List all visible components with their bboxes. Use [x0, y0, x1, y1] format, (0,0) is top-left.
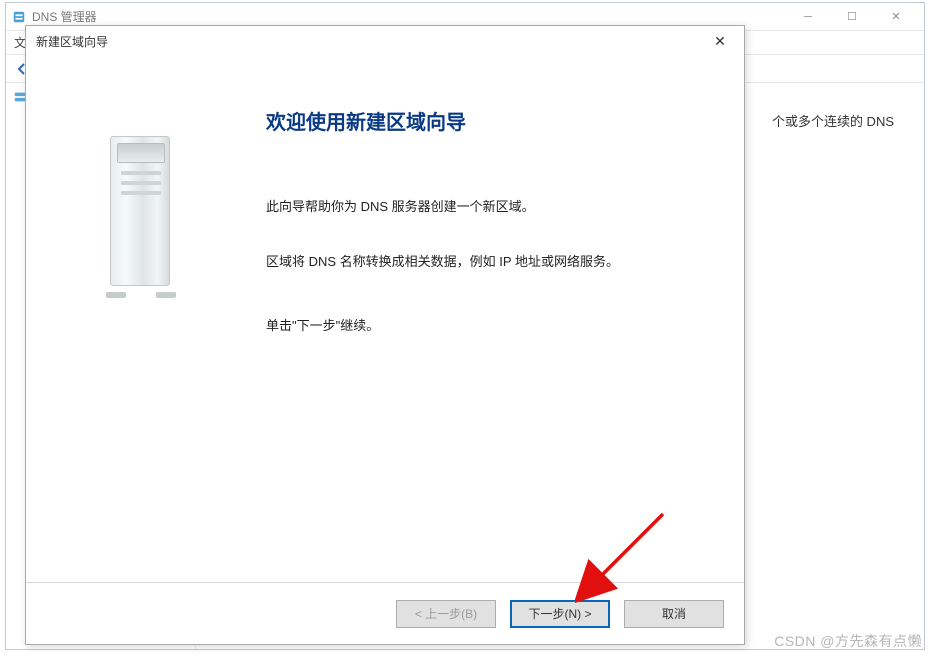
back-button: < 上一步(B) [396, 600, 496, 628]
dialog-main-panel: 欢迎使用新建区域向导 此向导帮助你为 DNS 服务器创建一个新区域。 区域将 D… [256, 56, 744, 582]
server-illustration-icon [86, 136, 196, 296]
parent-title-text: DNS 管理器 [32, 8, 97, 25]
dialog-close-button[interactable]: ✕ [706, 30, 734, 52]
parent-close-button[interactable]: ✕ [874, 3, 918, 31]
next-button[interactable]: 下一步(N) > [510, 600, 610, 628]
wizard-heading: 欢迎使用新建区域向导 [266, 106, 714, 135]
wizard-paragraph-1: 此向导帮助你为 DNS 服务器创建一个新区域。 [266, 195, 714, 220]
parent-content-text: 个或多个连续的 DNS [772, 111, 894, 130]
cancel-button[interactable]: 取消 [624, 600, 724, 628]
maximize-button[interactable]: ☐ [830, 3, 874, 31]
wizard-paragraph-2: 区域将 DNS 名称转换成相关数据，例如 IP 地址或网络服务。 [266, 250, 714, 275]
dialog-body: 欢迎使用新建区域向导 此向导帮助你为 DNS 服务器创建一个新区域。 区域将 D… [26, 56, 744, 582]
dialog-title-text: 新建区域向导 [36, 33, 108, 50]
dialog-footer: < 上一步(B) 下一步(N) > 取消 [26, 582, 744, 644]
wizard-paragraph-3: 单击"下一步"继续。 [266, 314, 714, 339]
minimize-button[interactable]: ─ [786, 3, 830, 31]
dialog-titlebar: 新建区域向导 ✕ [26, 26, 744, 56]
dialog-side-panel [26, 56, 256, 582]
dns-manager-icon [12, 10, 26, 24]
new-zone-wizard-dialog: 新建区域向导 ✕ 欢迎使用新建区域向导 此向导帮助你为 DNS 服务器创建一个新… [25, 25, 745, 645]
